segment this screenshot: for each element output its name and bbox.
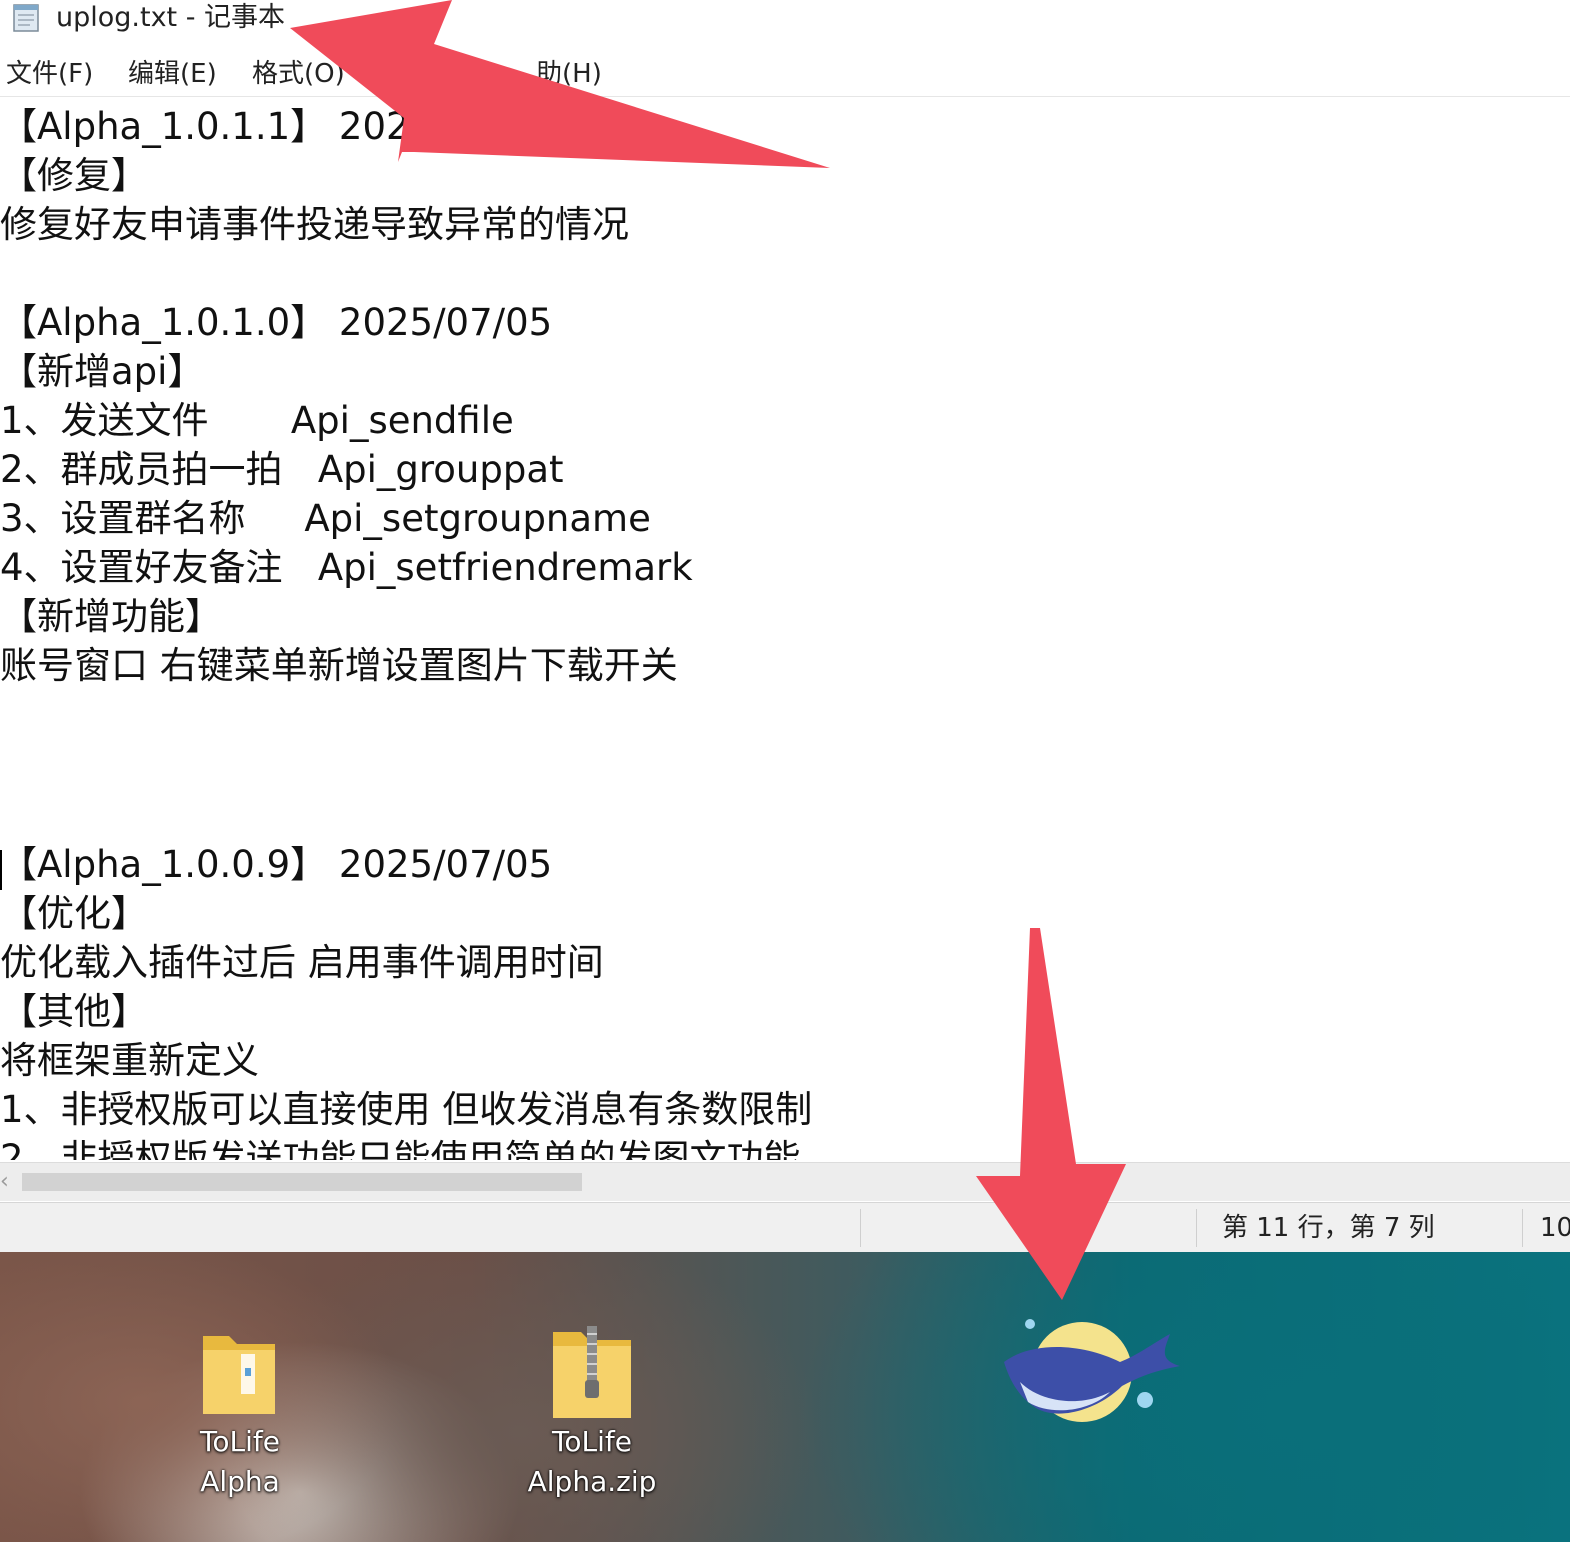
- annotation-arrows: [290, 0, 1126, 1300]
- arrow-down: [976, 928, 1126, 1300]
- arrow-to-title: [290, 0, 830, 168]
